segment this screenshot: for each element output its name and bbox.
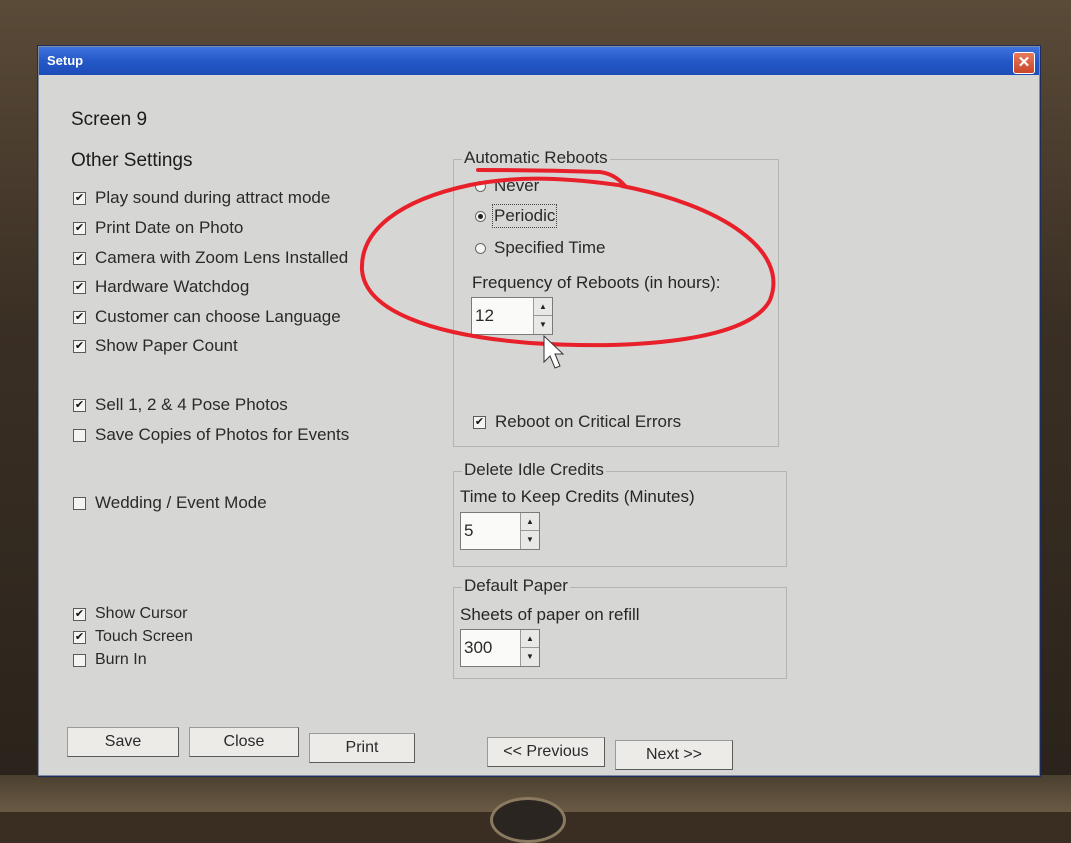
save-button[interactable]: Save — [67, 727, 179, 757]
radio-button[interactable] — [475, 180, 486, 192]
screen-label: Screen 9 — [71, 109, 148, 130]
frequency-spinner[interactable]: 12 ▲ ▼ — [471, 297, 553, 335]
spin-down-icon[interactable]: ▼ — [521, 648, 539, 665]
monitor-power-button — [490, 797, 566, 843]
checkbox-touch-screen[interactable]: ✔ Touch Screen — [73, 628, 193, 646]
keep-credits-spinner[interactable]: 5 ▲ ▼ — [460, 512, 540, 550]
close-button[interactable]: Close — [189, 727, 299, 757]
checkbox-save-copies[interactable]: Save Copies of Photos for Events — [73, 425, 349, 445]
delete-idle-credits-legend: Delete Idle Credits — [462, 460, 606, 480]
radio-specified-time[interactable]: Specified Time — [475, 238, 606, 258]
checkbox-box[interactable]: ✔ — [73, 191, 86, 205]
checkbox-label: Sell 1, 2 & 4 Pose Photos — [95, 395, 288, 414]
checkbox-sell-pose-photos[interactable]: ✔ Sell 1, 2 & 4 Pose Photos — [73, 395, 288, 415]
check-icon: ✔ — [474, 415, 485, 428]
radio-periodic[interactable]: Periodic — [475, 204, 558, 228]
automatic-reboots-legend: Automatic Reboots — [462, 148, 610, 168]
frequency-label: Frequency of Reboots (in hours): — [472, 273, 721, 292]
checkbox-label: Burn In — [95, 651, 147, 668]
radio-label: Periodic — [491, 204, 558, 228]
check-icon: ✔ — [74, 221, 85, 234]
checkbox-box[interactable]: ✔ — [73, 221, 86, 235]
checkbox-zoom-lens[interactable]: ✔ Camera with Zoom Lens Installed — [73, 248, 348, 268]
checkbox-box[interactable]: ✔ — [73, 310, 86, 324]
keep-credits-label: Time to Keep Credits (Minutes) — [460, 487, 695, 506]
checkbox-box[interactable]: ✔ — [73, 251, 86, 265]
checkbox-show-paper-count[interactable]: ✔ Show Paper Count — [73, 336, 238, 356]
checkbox-box[interactable] — [73, 496, 86, 510]
check-icon: ✔ — [74, 398, 85, 411]
checkbox-choose-language[interactable]: ✔ Customer can choose Language — [73, 307, 341, 327]
checkbox-label: Save Copies of Photos for Events — [95, 425, 350, 444]
checkbox-label: Touch Screen — [95, 628, 193, 645]
sheets-refill-label: Sheets of paper on refill — [460, 605, 640, 624]
default-paper-legend: Default Paper — [462, 576, 570, 596]
check-icon: ✔ — [74, 280, 85, 293]
checkbox-label: Show Cursor — [95, 605, 188, 622]
checkbox-box[interactable]: ✔ — [73, 280, 86, 294]
radio-label: Specified Time — [494, 238, 606, 257]
checkbox-play-sound[interactable]: ✔ Play sound during attract mode — [73, 188, 330, 208]
radio-label: Never — [494, 176, 540, 195]
print-button[interactable]: Print — [309, 733, 415, 763]
checkbox-box[interactable] — [73, 428, 86, 442]
close-window-button[interactable]: ✕ — [1013, 52, 1035, 74]
checkbox-box[interactable]: ✔ — [73, 339, 86, 353]
checkbox-label: Show Paper Count — [95, 336, 238, 355]
checkbox-box[interactable]: ✔ — [73, 630, 86, 644]
frequency-value: 12 — [475, 306, 494, 325]
check-icon: ✔ — [74, 339, 85, 352]
checkbox-burn-in[interactable]: Burn In — [73, 651, 147, 669]
other-settings-heading: Other Settings — [71, 150, 193, 171]
window-title: Setup — [47, 53, 84, 68]
spin-up-icon[interactable]: ▲ — [534, 298, 552, 316]
checkbox-box[interactable] — [73, 653, 86, 667]
spin-up-icon[interactable]: ▲ — [521, 630, 539, 648]
checkbox-wedding-mode[interactable]: Wedding / Event Mode — [73, 493, 267, 513]
check-icon: ✔ — [74, 607, 85, 620]
spinner-arrows[interactable]: ▲ ▼ — [533, 298, 552, 334]
checkbox-show-cursor[interactable]: ✔ Show Cursor — [73, 605, 187, 623]
check-icon: ✔ — [74, 251, 85, 264]
checkbox-label: Customer can choose Language — [95, 307, 341, 326]
radio-never[interactable]: Never — [475, 176, 539, 196]
checkbox-label: Print Date on Photo — [95, 218, 244, 237]
next-button[interactable]: Next >> — [615, 740, 733, 770]
checkbox-label: Reboot on Critical Errors — [495, 412, 682, 431]
checkbox-hardware-watchdog[interactable]: ✔ Hardware Watchdog — [73, 277, 249, 297]
titlebar: Setup ✕ — [39, 47, 1039, 75]
check-icon: ✔ — [74, 630, 85, 643]
check-icon: ✔ — [74, 310, 85, 323]
spin-down-icon[interactable]: ▼ — [534, 316, 552, 333]
checkbox-label: Wedding / Event Mode — [95, 493, 267, 512]
previous-button[interactable]: << Previous — [487, 737, 605, 767]
checkbox-label: Camera with Zoom Lens Installed — [95, 248, 349, 267]
check-icon: ✔ — [74, 191, 85, 204]
checkbox-box[interactable]: ✔ — [73, 398, 86, 412]
checkbox-label: Play sound during attract mode — [95, 188, 331, 207]
close-icon: ✕ — [1017, 54, 1031, 71]
keep-credits-value: 5 — [464, 521, 474, 540]
checkbox-reboot-critical-errors[interactable]: ✔ Reboot on Critical Errors — [473, 412, 681, 432]
spin-down-icon[interactable]: ▼ — [521, 531, 539, 548]
spinner-arrows[interactable]: ▲ ▼ — [520, 513, 539, 549]
checkbox-print-date[interactable]: ✔ Print Date on Photo — [73, 218, 243, 238]
sheets-refill-value: 300 — [464, 638, 493, 657]
radio-button[interactable] — [475, 242, 486, 254]
checkbox-label: Hardware Watchdog — [95, 277, 250, 296]
spinner-arrows[interactable]: ▲ ▼ — [520, 630, 539, 666]
checkbox-box[interactable]: ✔ — [73, 607, 86, 621]
sheets-refill-spinner[interactable]: 300 ▲ ▼ — [460, 629, 540, 667]
setup-window: Setup ✕ Screen 9 Other Settings ✔ Play s… — [38, 46, 1040, 776]
spin-up-icon[interactable]: ▲ — [521, 513, 539, 531]
radio-button[interactable] — [475, 210, 486, 222]
checkbox-box[interactable]: ✔ — [473, 415, 486, 429]
